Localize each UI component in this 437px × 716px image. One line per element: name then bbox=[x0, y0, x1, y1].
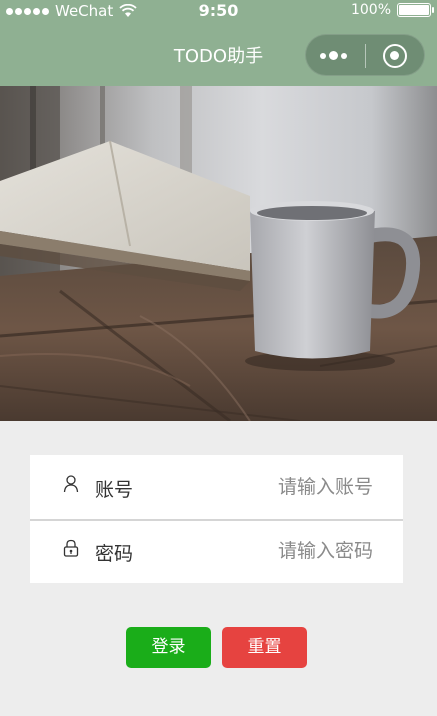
mini-program-capsule bbox=[305, 34, 425, 76]
account-row: 账号 bbox=[30, 455, 403, 519]
battery-icon bbox=[397, 3, 434, 17]
hero-image bbox=[0, 86, 437, 421]
password-row: 密码 bbox=[30, 519, 403, 583]
user-icon bbox=[63, 475, 79, 493]
account-label: 账号 bbox=[95, 479, 134, 501]
password-input[interactable] bbox=[193, 535, 373, 567]
status-bar: WeChat 9:50 100% bbox=[0, 0, 437, 22]
reset-button[interactable]: 重置 bbox=[222, 627, 307, 668]
password-label: 密码 bbox=[95, 543, 134, 565]
close-circle-icon[interactable] bbox=[383, 44, 407, 68]
more-dots-icon[interactable] bbox=[320, 51, 347, 60]
battery-percent: 100% bbox=[350, 2, 391, 18]
capsule-divider bbox=[365, 44, 366, 68]
nav-bar: TODO助手 bbox=[0, 22, 437, 86]
status-bar-right: 100% bbox=[350, 2, 434, 18]
lock-icon bbox=[63, 539, 79, 557]
account-input[interactable] bbox=[193, 471, 373, 503]
login-button[interactable]: 登录 bbox=[126, 627, 211, 668]
login-form: 账号 密码 bbox=[30, 455, 403, 583]
